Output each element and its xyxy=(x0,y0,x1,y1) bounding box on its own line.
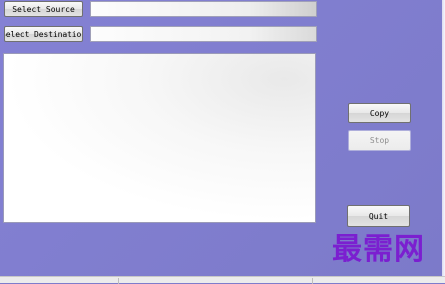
source-path-field[interactable] xyxy=(90,1,317,17)
progress-log-textarea[interactable] xyxy=(3,53,316,223)
status-bar-divider xyxy=(118,278,119,284)
destination-path-field[interactable] xyxy=(90,26,317,42)
app-window: Select Source Select Destination Copy St… xyxy=(0,0,445,284)
status-bar-divider xyxy=(312,278,313,284)
stop-button[interactable]: Stop xyxy=(348,130,411,151)
site-watermark: 最需网 xyxy=(332,232,425,267)
status-bar xyxy=(0,276,445,284)
select-source-button[interactable]: Select Source xyxy=(4,1,83,17)
select-destination-button[interactable]: Select Destination xyxy=(4,26,83,42)
copy-button[interactable]: Copy xyxy=(348,103,411,123)
quit-button[interactable]: Quit xyxy=(347,205,410,227)
